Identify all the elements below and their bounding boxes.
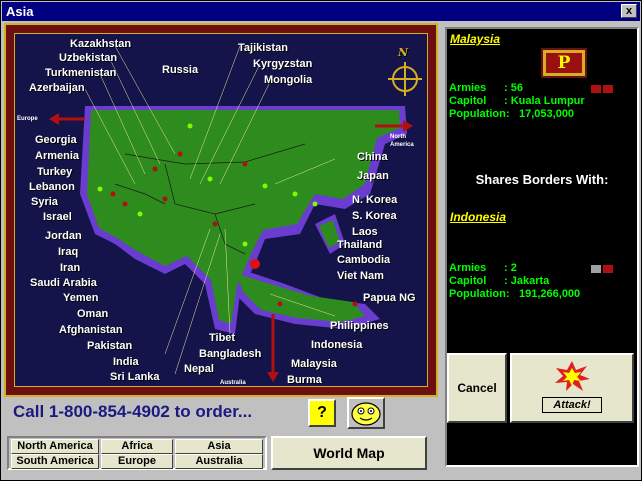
selected-armies-label: Armies <box>449 82 487 94</box>
neighbor-armies-label: Armies <box>449 262 487 274</box>
attack-button[interactable]: Attack! <box>510 353 634 423</box>
europe-arrow <box>49 113 85 125</box>
map-label-japan[interactable]: Japan <box>357 170 389 182</box>
map-label-tibet[interactable]: Tibet <box>209 332 235 344</box>
region-europe-button[interactable]: Europe <box>101 454 173 469</box>
map-label-cambodia[interactable]: Cambodia <box>337 254 390 266</box>
window-title: Asia <box>6 4 34 19</box>
neighbor-country-name[interactable]: Indonesia <box>450 210 506 224</box>
map-label-indonesia[interactable]: Indonesia <box>311 339 362 351</box>
map-label-papua-ng[interactable]: Papua NG <box>363 292 416 304</box>
map-label-tajikistan[interactable]: Tajikistan <box>238 42 288 54</box>
selected-capitol-value: : Kuala Lumpur <box>504 95 585 107</box>
map-label-kyrgyzstan[interactable]: Kyrgyzstan <box>253 58 312 70</box>
map-label-pakistan[interactable]: Pakistan <box>87 340 132 352</box>
compass-rose <box>388 62 422 96</box>
neighbor-capitol-value: : Jakarta <box>504 275 550 287</box>
map-frame: Europe North America Australia N Kazakhs… <box>4 23 438 397</box>
map-label-n-korea[interactable]: N. Korea <box>352 194 397 206</box>
army-indicator <box>603 265 613 273</box>
map-label-nepal[interactable]: Nepal <box>184 363 214 375</box>
map-label-syria[interactable]: Syria <box>31 196 58 208</box>
australia-edge-label[interactable]: Australia <box>220 380 246 386</box>
australia-arrow <box>267 314 279 382</box>
shares-borders-title: Shares Borders With: <box>475 172 609 187</box>
army-indicator <box>603 85 613 93</box>
map-label-saudi-arabia[interactable]: Saudi Arabia <box>30 277 97 289</box>
north-america-edge-label-2[interactable]: America <box>390 142 414 148</box>
neighbor-population-label: Population: <box>449 288 510 300</box>
explosion-icon <box>555 361 590 391</box>
map-label-afghanistan[interactable]: Afghanistan <box>59 324 123 336</box>
map-label-georgia[interactable]: Georgia <box>35 134 77 146</box>
map-label-viet-nam[interactable]: Viet Nam <box>337 270 384 282</box>
army-indicator <box>591 85 601 93</box>
neighbor-capitol-label: Capitol <box>449 275 487 287</box>
selected-country-name: Malaysia <box>450 32 501 46</box>
face-button[interactable] <box>347 397 385 429</box>
close-button[interactable]: x <box>621 4 637 18</box>
title-bar: Asia x <box>2 2 640 21</box>
map-label-russia[interactable]: Russia <box>162 64 198 76</box>
selected-population-label: Population: <box>449 108 510 120</box>
europe-edge-label[interactable]: Europe <box>17 116 38 122</box>
smiley-face-icon <box>351 402 381 426</box>
asia-map[interactable]: Europe North America Australia N Kazakhs… <box>14 33 428 387</box>
country-flag: P <box>541 48 587 78</box>
map-label-laos[interactable]: Laos <box>352 226 378 238</box>
map-label-s-korea[interactable]: S. Korea <box>352 210 397 222</box>
region-africa-button[interactable]: Africa <box>101 439 173 454</box>
map-label-armenia[interactable]: Armenia <box>35 150 79 162</box>
selected-capitol-label: Capitol <box>449 95 487 107</box>
region-australia-button[interactable]: Australia <box>175 454 263 469</box>
region-asia-button[interactable]: Asia <box>175 439 263 454</box>
map-label-malaysia[interactable]: Malaysia <box>291 358 337 370</box>
selected-armies-value: : 56 <box>504 82 523 94</box>
map-label-yemen[interactable]: Yemen <box>63 292 98 304</box>
game-window: Asia x Europe North America Australia N … <box>0 0 642 481</box>
compass-n-label: N <box>398 46 409 59</box>
neighbor-population-value: 191,266,000 <box>519 288 581 300</box>
map-label-israel[interactable]: Israel <box>43 211 72 223</box>
map-label-bangladesh[interactable]: Bangladesh <box>199 348 261 360</box>
cancel-button[interactable]: Cancel <box>447 353 507 423</box>
map-label-mongolia[interactable]: Mongolia <box>264 74 312 86</box>
map-label-azerbaijan[interactable]: Azerbaijan <box>29 82 85 94</box>
flag-glyph: P <box>546 53 582 73</box>
map-label-sri-lanka[interactable]: Sri Lanka <box>110 371 160 383</box>
map-label-turkmenistan[interactable]: Turkmenistan <box>45 67 116 79</box>
map-label-india[interactable]: India <box>113 356 139 368</box>
neighbor-armies-value: : 2 <box>504 262 517 274</box>
selected-population-value: 17,053,000 <box>519 108 575 120</box>
region-selector: North America Africa Asia South America … <box>7 436 267 470</box>
map-label-oman[interactable]: Oman <box>77 308 108 320</box>
world-map-button[interactable]: World Map <box>271 436 427 470</box>
region-south-america-button[interactable]: South America <box>11 454 99 469</box>
map-label-kazakhstan[interactable]: Kazakhstan <box>70 38 131 50</box>
map-label-iran[interactable]: Iran <box>60 262 80 274</box>
attack-label: Attack! <box>542 397 602 413</box>
region-north-america-button[interactable]: North America <box>11 439 99 454</box>
order-phone-text: Call 1-800-854-4902 to order... <box>13 402 253 421</box>
map-label-philippines[interactable]: Philippines <box>330 320 389 332</box>
map-label-burma[interactable]: Burma <box>287 374 322 386</box>
map-label-iraq[interactable]: Iraq <box>58 246 78 258</box>
map-label-jordan[interactable]: Jordan <box>45 230 82 242</box>
map-label-china[interactable]: China <box>357 151 388 163</box>
north-america-edge-label-1[interactable]: North <box>390 134 406 140</box>
map-label-thailand[interactable]: Thailand <box>337 239 382 251</box>
map-label-turkey[interactable]: Turkey <box>37 166 72 178</box>
map-label-lebanon[interactable]: Lebanon <box>29 181 75 193</box>
army-indicator <box>591 265 601 273</box>
map-label-uzbekistan[interactable]: Uzbekistan <box>59 52 117 64</box>
help-button[interactable]: ? <box>308 399 336 427</box>
